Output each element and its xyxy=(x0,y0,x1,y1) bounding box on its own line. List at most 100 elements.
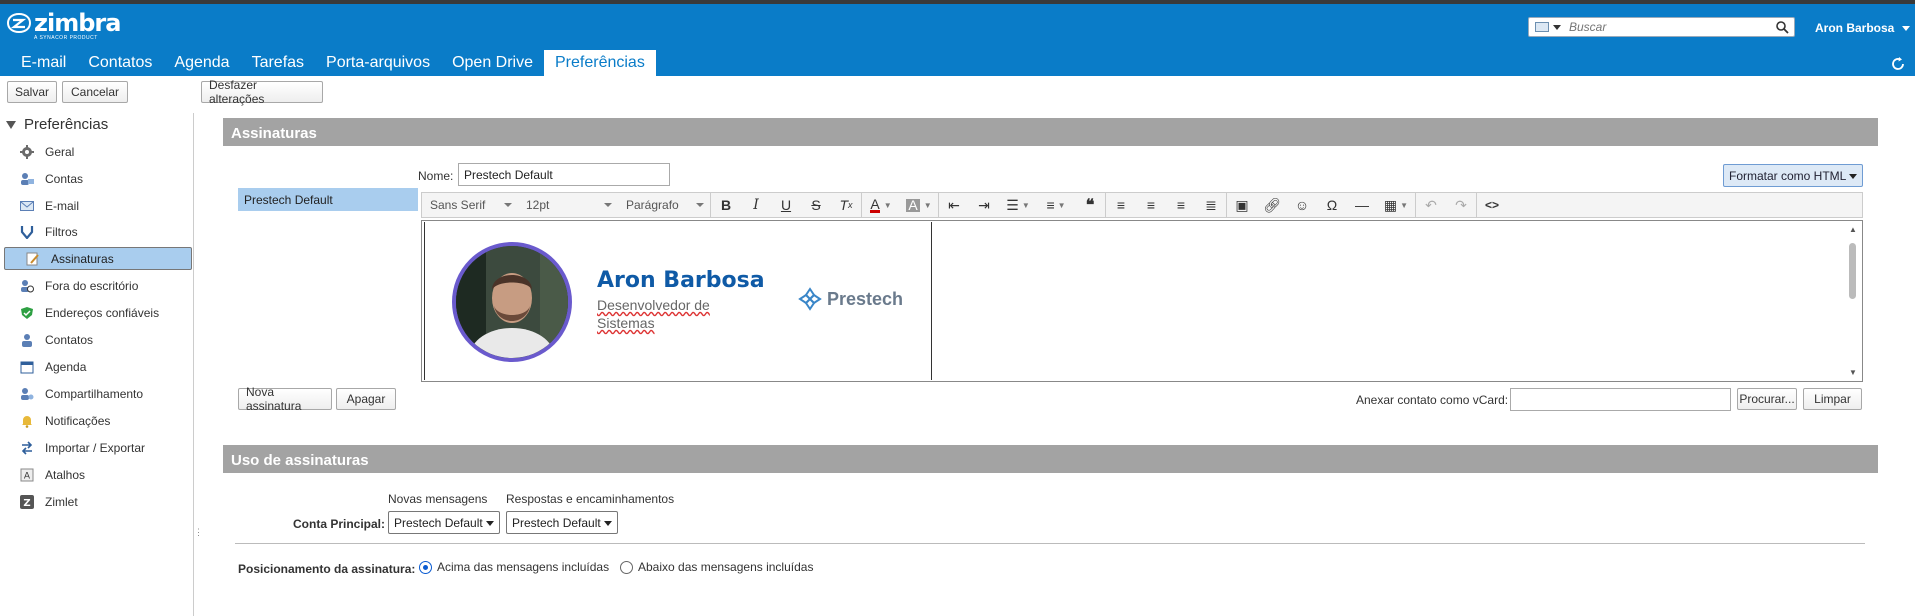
sidebar-item-out-of-office[interactable]: Fora do escritório xyxy=(4,274,192,298)
mail-icon[interactable] xyxy=(1535,22,1549,32)
new-messages-column-label: Novas mensagens xyxy=(388,492,488,506)
align-center-icon[interactable]: ≡ xyxy=(1136,193,1166,217)
text-color-icon[interactable]: A ▼ xyxy=(862,193,900,217)
chevron-down-icon xyxy=(1902,25,1911,31)
source-code-icon[interactable]: <> xyxy=(1477,193,1507,217)
sidebar-item-label: Assinaturas xyxy=(51,251,114,266)
radio-below[interactable] xyxy=(620,560,633,574)
save-button[interactable]: Salvar xyxy=(7,81,57,103)
tab-email[interactable]: E-mail xyxy=(10,50,77,76)
chevron-down-icon xyxy=(486,521,494,526)
redo-icon[interactable]: ↷ xyxy=(1446,193,1476,217)
tab-contacts[interactable]: Contatos xyxy=(77,50,163,76)
sidebar-item-signatures[interactable]: Assinaturas xyxy=(4,247,192,270)
sidebar-item-import-export[interactable]: Importar / Exportar xyxy=(4,436,192,460)
tab-open-drive[interactable]: Open Drive xyxy=(441,50,544,76)
zimbra-logo[interactable]: zimbra A SYNACOR PRODUCT xyxy=(6,11,121,41)
sidebar-item-filters[interactable]: Filtros xyxy=(4,220,192,244)
justify-icon[interactable]: ≣ xyxy=(1196,193,1226,217)
primary-account-label: Conta Principal: xyxy=(293,517,386,531)
filter-icon xyxy=(20,225,34,239)
sidebar-splitter[interactable] xyxy=(193,113,194,616)
sidebar-item-notifications[interactable]: Notificações xyxy=(4,409,192,433)
numbered-list-icon[interactable]: ≡ ▼ xyxy=(1037,193,1075,217)
chevron-down-icon[interactable] xyxy=(1553,24,1561,30)
cancel-button[interactable]: Cancelar xyxy=(62,81,128,103)
position-above-option[interactable]: Acima das mensagens incluídas xyxy=(419,560,609,574)
signature-name-input[interactable] xyxy=(458,163,670,186)
radio-above[interactable] xyxy=(419,560,432,574)
block-format-value: Parágrafo xyxy=(626,198,679,212)
collapse-triangle-icon[interactable] xyxy=(6,120,16,129)
scrollbar-thumb[interactable] xyxy=(1849,243,1856,299)
tab-briefcase[interactable]: Porta-arquivos xyxy=(315,50,441,76)
signature-editor[interactable]: Aron Barbosa Desenvolvedor de Sistemas P… xyxy=(421,220,1863,382)
font-size-select[interactable]: 12pt xyxy=(518,193,618,217)
sidebar-item-zimlet[interactable]: Z Zimlet xyxy=(4,490,192,514)
underline-icon[interactable]: U xyxy=(771,193,801,217)
delete-button[interactable]: Apagar xyxy=(336,388,396,410)
sidebar-item-general[interactable]: Geral xyxy=(4,140,192,164)
bold-icon[interactable]: B xyxy=(711,193,741,217)
sidebar-item-contacts[interactable]: Contatos xyxy=(4,328,192,352)
tab-preferences[interactable]: Preferências xyxy=(544,50,656,76)
special-character-icon[interactable]: Ω xyxy=(1317,193,1347,217)
italic-icon[interactable]: I xyxy=(741,193,771,217)
horizontal-rule-icon[interactable]: — xyxy=(1347,193,1377,217)
outdent-icon[interactable]: ⇤ xyxy=(939,193,969,217)
sidebar-item-sharing[interactable]: Compartilhamento xyxy=(4,382,192,406)
vcard-input[interactable] xyxy=(1510,388,1731,411)
list-item[interactable]: Prestech Default xyxy=(238,188,418,211)
sidebar-title: Preferências xyxy=(24,116,109,133)
new-signature-button[interactable]: Nova assinatura xyxy=(238,385,332,413)
refresh-icon[interactable] xyxy=(1890,56,1906,72)
undo-icon[interactable]: ↶ xyxy=(1416,193,1446,217)
font-family-select[interactable]: Sans Serif xyxy=(422,193,518,217)
tab-calendar[interactable]: Agenda xyxy=(163,50,240,76)
position-below-option[interactable]: Abaixo das mensagens incluídas xyxy=(620,560,813,574)
replies-signature-select[interactable]: Prestech Default xyxy=(506,511,618,534)
bullet-list-icon[interactable]: ☰ ▼ xyxy=(999,193,1037,217)
font-size-value: 12pt xyxy=(526,198,550,212)
app-tabs: E-mail Contatos Agenda Tarefas Porta-arq… xyxy=(0,50,656,76)
tab-tasks[interactable]: Tarefas xyxy=(241,50,315,76)
clear-button[interactable]: Limpar xyxy=(1803,388,1862,410)
sidebar-item-calendar[interactable]: Agenda xyxy=(4,355,192,379)
splitter-grip[interactable]: ⋮ xyxy=(194,528,203,537)
sidebar-item-label: Atalhos xyxy=(45,468,86,482)
sidebar-item-trusted-addresses[interactable]: Endereços confiáveis xyxy=(4,301,192,325)
sidebar-item-label: Agenda xyxy=(45,360,87,374)
user-menu[interactable]: Aron Barbosa xyxy=(1815,21,1911,35)
scroll-down-icon[interactable]: ▼ xyxy=(1849,368,1857,377)
scroll-up-icon[interactable]: ▲ xyxy=(1849,225,1857,234)
align-right-icon[interactable]: ≡ xyxy=(1166,193,1196,217)
sidebar-header[interactable]: Preferências xyxy=(6,116,108,133)
sidebar-item-shortcuts[interactable]: A Atalhos xyxy=(4,463,192,487)
table-icon[interactable]: ▦ ▼ xyxy=(1377,193,1415,217)
preferences-sidebar: Preferências Geral Contas E-mail Filtros… xyxy=(0,108,193,616)
new-messages-signature-select[interactable]: Prestech Default xyxy=(388,511,500,534)
sidebar-item-accounts[interactable]: Contas xyxy=(4,167,192,191)
editor-scrollbar[interactable]: ▲ ▼ xyxy=(1846,223,1860,379)
chevron-down-icon xyxy=(1849,174,1857,179)
indent-icon[interactable]: ⇥ xyxy=(969,193,999,217)
sidebar-item-email[interactable]: E-mail xyxy=(4,194,192,218)
align-left-icon[interactable]: ≡ xyxy=(1106,193,1136,217)
clear-format-icon[interactable]: Tx xyxy=(831,193,861,217)
blockquote-icon[interactable]: ❝ xyxy=(1075,193,1105,217)
browse-button[interactable]: Procurar... xyxy=(1737,388,1797,410)
search-input[interactable] xyxy=(1569,20,1769,34)
undo-changes-button[interactable]: Desfazer alterações xyxy=(201,78,323,106)
search-icon[interactable] xyxy=(1775,20,1789,34)
signature-role-text: Desenvolvedor de Sistemas xyxy=(597,297,710,331)
highlight-color-icon[interactable]: A ▼ xyxy=(900,193,938,217)
format-as-html-button[interactable]: Formatar como HTML xyxy=(1723,164,1863,187)
block-format-select[interactable]: Parágrafo xyxy=(618,193,710,217)
strikethrough-icon[interactable]: S xyxy=(801,193,831,217)
sidebar-item-label: Compartilhamento xyxy=(45,387,144,401)
replies-column-label: Respostas e encaminhamentos xyxy=(506,492,675,506)
sidebar-item-label: Contas xyxy=(45,172,84,186)
image-icon[interactable]: ▣ xyxy=(1227,193,1257,217)
emoji-icon[interactable]: ☺ xyxy=(1287,193,1317,217)
link-icon[interactable]: 🔗︎ xyxy=(1257,193,1287,217)
